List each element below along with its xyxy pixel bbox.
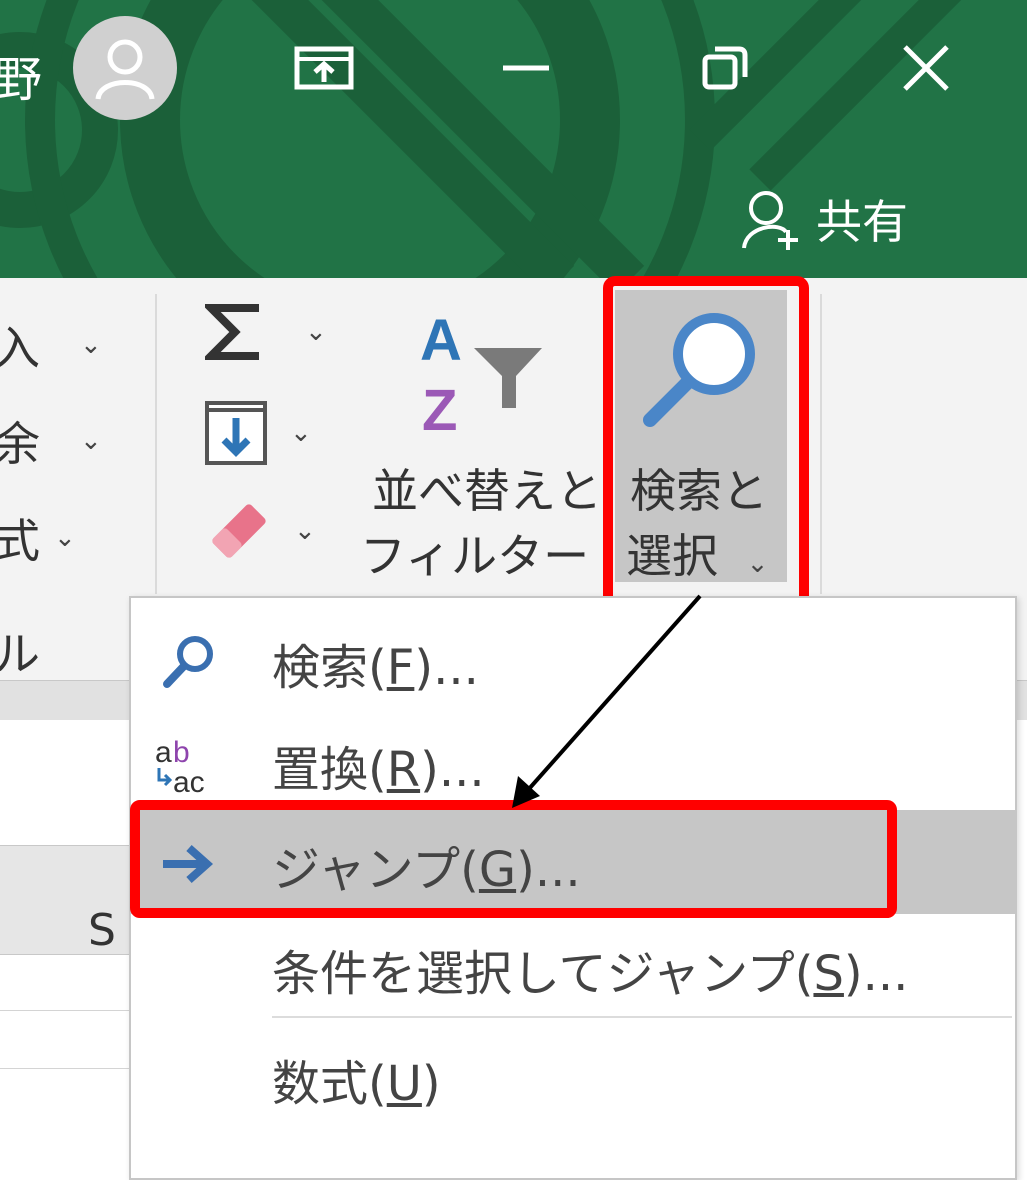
svg-text:A: A <box>420 308 462 373</box>
close-icon <box>903 45 949 91</box>
minimize-button[interactable] <box>476 18 576 118</box>
menu-item-label: 数式(U) <box>272 1056 441 1112</box>
delete-cells-label: 余 <box>0 417 40 471</box>
cells-group-label: ル <box>0 618 40 684</box>
ribbon-separator <box>155 294 157 594</box>
person-icon <box>95 39 155 100</box>
sort-filter-label-text: フィルター <box>360 529 590 583</box>
format-cells-label: 式 <box>0 514 40 568</box>
share-person-icon <box>742 191 798 250</box>
sort-filter-label-line1: 並べ替えと <box>372 464 602 518</box>
menu-item-replace[interactable]: a b ac 置換(R)... <box>131 710 1015 814</box>
menu-item-label: 検索(F)... <box>272 640 479 696</box>
eraser-icon <box>212 504 266 558</box>
restore-button[interactable] <box>676 18 776 118</box>
sort-filter-label-line2: フィルター ⌄ <box>360 520 642 586</box>
fill-down-icon <box>205 401 267 465</box>
chevron-down-icon: ⌄ <box>294 516 316 546</box>
svg-text:b: b <box>173 736 190 769</box>
chevron-down-icon: ⌄ <box>290 418 312 448</box>
svg-text:a: a <box>155 736 172 769</box>
svg-text:ac: ac <box>173 766 205 794</box>
share-button[interactable]: 共有 <box>740 184 908 254</box>
chevron-down-icon: ⌄ <box>305 317 327 347</box>
sigma-icon <box>205 304 259 360</box>
title-bar: 野 共有 <box>0 0 1027 278</box>
close-button[interactable] <box>876 18 976 118</box>
find-select-highlight <box>603 276 809 608</box>
grid-line <box>0 1068 140 1069</box>
chevron-down-icon: ⌄ <box>54 523 76 553</box>
menu-item-label: 置換(R)... <box>272 742 485 798</box>
minimize-icon <box>503 65 549 71</box>
clear-button[interactable]: ⌄ <box>206 500 316 562</box>
ribbon-separator <box>820 294 822 594</box>
fill-button[interactable]: ⌄ <box>204 400 312 466</box>
avatar[interactable] <box>73 16 177 120</box>
menu-item-find[interactable]: 検索(F)... <box>131 608 1015 712</box>
chevron-down-icon: ⌄ <box>80 330 102 360</box>
replace-icon: a b ac <box>155 736 205 794</box>
search-icon <box>163 636 213 688</box>
sort-filter-icon: A Z <box>420 308 542 434</box>
menu-item-formulas[interactable]: 数式(U) <box>131 1024 1015 1128</box>
menu-item-goto-special[interactable]: 条件を選択してジャンプ(S)... <box>131 914 1015 1018</box>
menu-divider <box>272 1016 1012 1018</box>
restore-icon <box>702 46 748 90</box>
cells-group-text: ル <box>0 627 40 681</box>
column-letter: S <box>88 905 116 956</box>
insert-cells-button[interactable]: 入 ⌄ <box>0 312 102 378</box>
format-cells-button[interactable]: 式 ⌄ <box>0 505 76 571</box>
menu-item-label: 条件を選択してジャンプ(S)... <box>272 946 909 1002</box>
ribbon-display-icon <box>294 46 354 90</box>
user-name: 野 <box>0 52 43 108</box>
svg-text:Z: Z <box>422 378 457 434</box>
autosum-button[interactable]: ⌄ <box>205 300 327 364</box>
goto-highlight <box>130 800 897 918</box>
insert-cells-label: 入 <box>0 321 40 375</box>
grid-line <box>0 1010 140 1011</box>
column-header[interactable] <box>0 845 140 955</box>
share-label: 共有 <box>816 195 908 249</box>
chevron-down-icon: ⌄ <box>80 426 102 456</box>
ribbon-display-options-button[interactable] <box>274 18 374 118</box>
delete-cells-button[interactable]: 余 ⌄ <box>0 408 102 474</box>
